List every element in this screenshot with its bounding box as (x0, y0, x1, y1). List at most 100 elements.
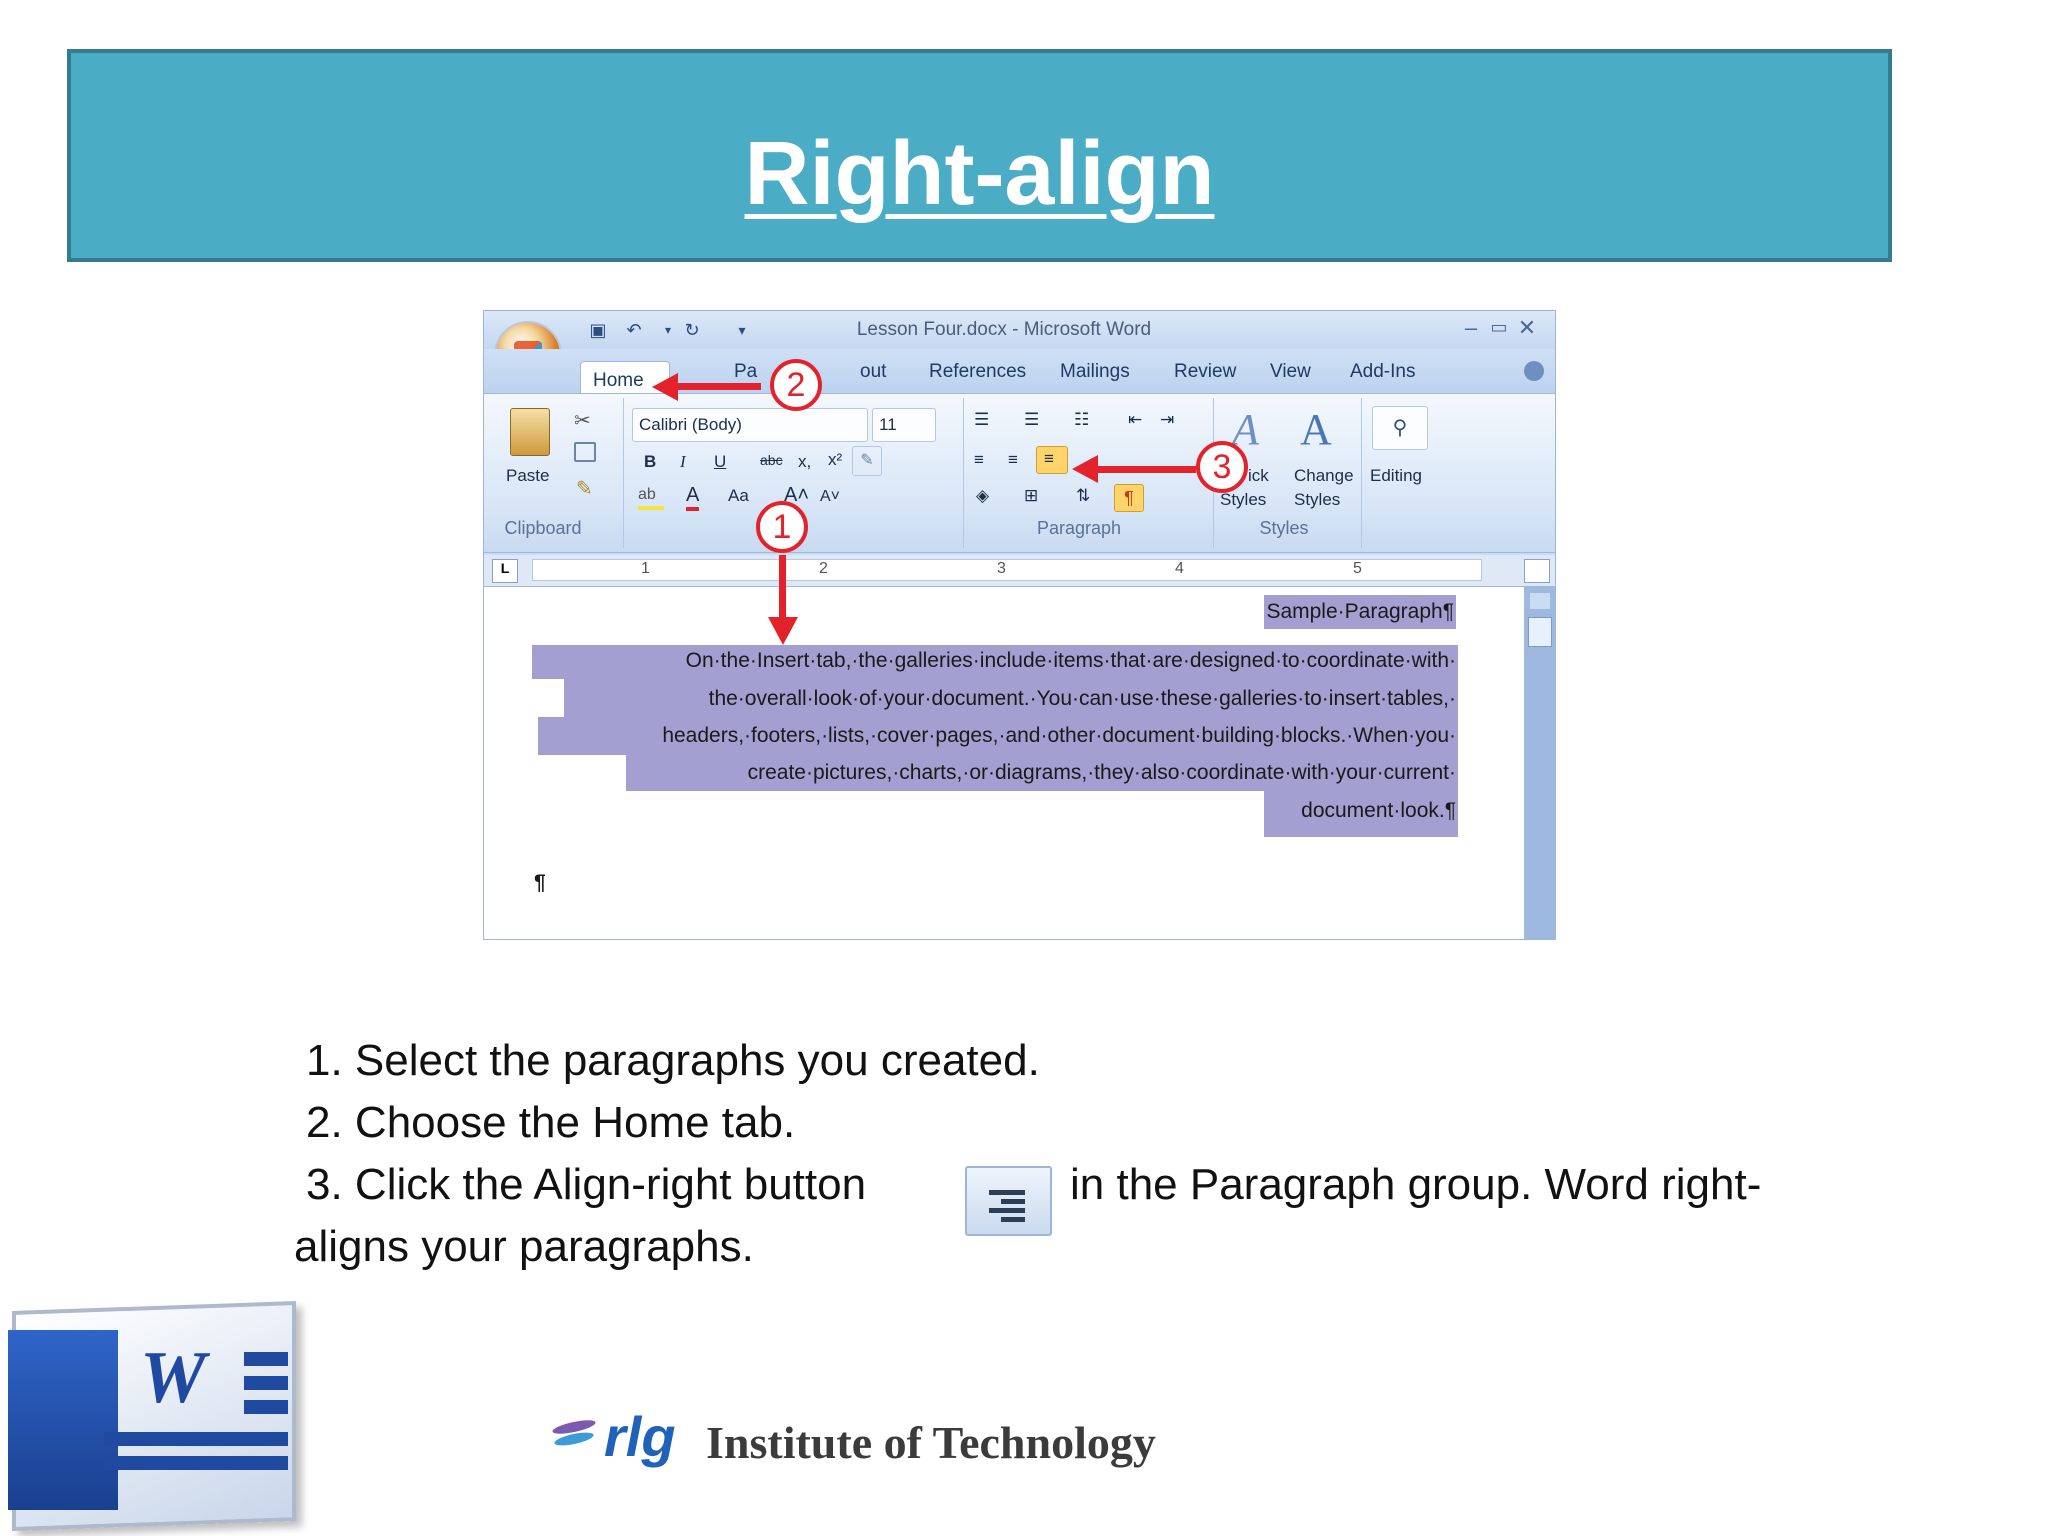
word-window-screenshot: ▣ ↶ ▾ ↻ ▾ Lesson Four.docx - Microsoft W… (483, 310, 1556, 940)
copy-icon[interactable] (574, 442, 596, 462)
change-case-icon[interactable]: Aa (728, 486, 749, 506)
scroll-up-icon[interactable] (1530, 593, 1550, 609)
tab-view[interactable]: View (1270, 361, 1311, 383)
word-logo-letter: W (140, 1337, 206, 1419)
instruction-step-3-end: aligns your paragraphs. (294, 1222, 754, 1271)
align-right-icon: ≡ (1044, 449, 1054, 468)
shading-icon[interactable]: ◈ (976, 486, 989, 506)
tab-selector-icon[interactable]: L (492, 559, 518, 583)
selected-heading[interactable]: Sample·Paragraph¶ (1264, 595, 1456, 629)
ruler[interactable]: L 1 2 3 4 5 (484, 555, 1555, 587)
font-name-box[interactable]: Calibri (Body) (632, 408, 868, 442)
italic-icon[interactable]: I (680, 452, 686, 472)
tab-review[interactable]: Review (1174, 361, 1236, 383)
paste-label[interactable]: Paste (506, 466, 549, 486)
align-center-icon[interactable]: ≡ (1008, 450, 1018, 470)
underline-icon[interactable]: U (714, 452, 726, 472)
arrow-head-icon (652, 373, 678, 401)
slide-title: Right-align (744, 124, 1215, 224)
ruler-number: 1 (641, 560, 650, 577)
borders-icon[interactable]: ⊞ (1024, 486, 1038, 506)
subscript-icon[interactable]: x, (798, 452, 811, 472)
customize-icon[interactable]: ▾ (730, 319, 754, 341)
instruction-step-3: 3. Click the Align-right button (306, 1160, 867, 1209)
font-color-icon[interactable]: A (686, 484, 700, 511)
view-ruler-icon[interactable] (1524, 559, 1550, 583)
font-size-value: 11 (879, 415, 897, 434)
align-right-button[interactable]: ≡ (1036, 446, 1068, 474)
editing-label[interactable]: Editing (1370, 466, 1422, 486)
change-styles-label-2[interactable]: Styles (1294, 490, 1340, 510)
bold-icon[interactable]: B (644, 452, 656, 472)
document-title: Lesson Four.docx - Microsoft Word (856, 319, 1152, 340)
superscript-icon[interactable]: x² (828, 450, 842, 470)
font-size-box[interactable]: 11 (872, 408, 936, 442)
ruler-number: 4 (1175, 560, 1184, 577)
scroll-thumb[interactable] (1528, 617, 1552, 647)
tab-add-ins[interactable]: Add-Ins (1350, 361, 1415, 383)
instruction-step-3-cont: in the Paragraph group. Word right- (1070, 1160, 1762, 1209)
clear-formatting-icon[interactable]: ✎ (852, 446, 882, 476)
paragraph-line[interactable]: the·overall·look·of·your·document.·You·c… (709, 687, 1456, 711)
quick-styles-label-2[interactable]: Styles (1220, 490, 1266, 510)
bullets-icon[interactable]: ☰ (974, 410, 989, 430)
multilevel-list-icon[interactable]: ☷ (1074, 410, 1089, 430)
tab-page-layout-suffix[interactable]: out (860, 361, 886, 383)
align-left-icon[interactable]: ≡ (974, 450, 984, 470)
change-styles-icon[interactable]: A (1300, 404, 1332, 455)
redo-icon[interactable]: ↻ (680, 319, 704, 341)
show-hide-marks-icon[interactable]: ¶ (1114, 484, 1144, 512)
save-icon[interactable]: ▣ (586, 319, 610, 341)
change-styles-label[interactable]: Change (1294, 466, 1354, 486)
ruler-track[interactable]: 1 2 3 4 5 (532, 559, 1482, 581)
brand-mark: rlg (604, 1405, 676, 1468)
instruction-step-1: 1. Select the paragraphs you created. (306, 1036, 1040, 1085)
tab-references[interactable]: References (929, 361, 1026, 383)
increase-indent-icon[interactable]: ⇥ (1160, 410, 1174, 430)
close-icon[interactable]: ✕ (1516, 315, 1538, 341)
format-painter-icon[interactable]: ✎ (576, 476, 598, 500)
undo-icon[interactable]: ↶ (622, 319, 646, 341)
find-icon[interactable]: ⚲ (1372, 406, 1428, 450)
instruction-step-2: 2. Choose the Home tab. (306, 1098, 796, 1147)
numbering-icon[interactable]: ☰ (1024, 410, 1039, 430)
empty-paragraph-mark[interactable]: ¶ (534, 871, 546, 895)
paragraph-line[interactable]: create·pictures,·charts,·or·diagrams,·th… (748, 761, 1456, 785)
callout-badge-1: 1 (756, 501, 808, 553)
paste-icon[interactable] (510, 408, 550, 456)
highlight-icon[interactable]: ab (638, 486, 664, 510)
group-clipboard: Paste ✂ ✎ Clipboard (488, 398, 624, 548)
undo-dropdown-icon[interactable]: ▾ (656, 319, 680, 341)
callout-arrow-3 (1096, 466, 1196, 473)
callout-arrow-1 (779, 555, 786, 621)
paragraph-line[interactable]: headers,·footers,·lists,·cover·pages,·an… (662, 724, 1456, 748)
styles-group-label: Styles (1259, 518, 1309, 538)
callout-badge-3: 3 (1196, 441, 1248, 493)
font-name-value: Calibri (Body) (639, 415, 742, 434)
arrow-head-icon (1072, 455, 1098, 483)
strikethrough-icon[interactable]: abc (760, 452, 783, 468)
minimize-icon[interactable]: – (1460, 315, 1482, 341)
paragraph-line[interactable]: document·look.¶ (1301, 799, 1456, 823)
help-icon[interactable] (1524, 361, 1544, 381)
quick-styles-label[interactable]: ick (1248, 466, 1269, 486)
ruler-number: 3 (997, 560, 1006, 577)
restore-icon[interactable]: ▭ (1488, 317, 1510, 343)
shrink-font-icon[interactable]: A˅ (820, 488, 840, 506)
ruler-number: 2 (819, 560, 828, 577)
word-logo-icon: W (8, 1301, 308, 1531)
tab-mailings[interactable]: Mailings (1060, 361, 1130, 383)
paragraph-line[interactable]: On·the·Insert·tab,·the·galleries·include… (686, 649, 1456, 673)
group-editing: ⚲ Editing (1362, 398, 1442, 548)
paragraph-group-label: Paragraph (1036, 518, 1122, 538)
ribbon: Paste ✂ ✎ Clipboard Calibri (Body) 11 B … (484, 393, 1555, 553)
tab-page-layout[interactable]: Pa (734, 361, 757, 383)
sort-icon[interactable]: ⇅ (1076, 486, 1090, 506)
vertical-scrollbar[interactable] (1524, 587, 1555, 939)
decrease-indent-icon[interactable]: ⇤ (1128, 410, 1142, 430)
document-page[interactable]: Sample·Paragraph¶ On·the·Insert·tab,·the… (484, 587, 1524, 939)
clipboard-group-label: Clipboard (504, 518, 582, 538)
ruler-number: 5 (1353, 560, 1362, 577)
align-right-inline-icon (965, 1166, 1052, 1236)
cut-icon[interactable]: ✂ (574, 408, 596, 432)
